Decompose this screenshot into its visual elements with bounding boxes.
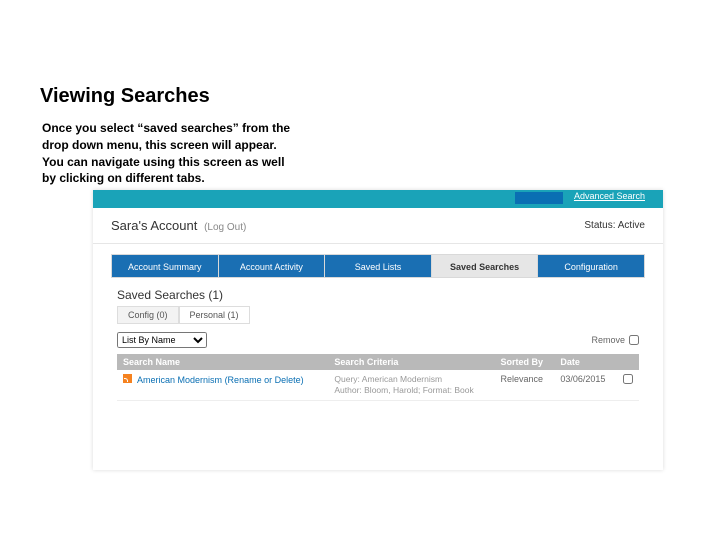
status-value: Active [618, 220, 645, 231]
sort-row: List By Name Remove [117, 332, 639, 348]
col-search-name: Search Name [117, 354, 328, 370]
subtab-config[interactable]: Config (0) [117, 306, 179, 324]
remove-label: Remove [591, 335, 625, 345]
date-value: 03/06/2015 [554, 370, 617, 401]
row-checkbox[interactable] [623, 374, 633, 384]
section-title: Saved Searches (1) [117, 288, 639, 302]
slide-title: Viewing Searches [40, 85, 210, 108]
tab-saved-searches[interactable]: Saved Searches [432, 255, 539, 277]
criteria-line-1: Query: American Modernism [334, 374, 488, 385]
criteria-line-2: Author: Bloom, Harold; Format: Book [334, 385, 488, 396]
col-search-criteria: Search Criteria [328, 354, 494, 370]
tab-configuration[interactable]: Configuration [538, 255, 644, 277]
search-name-link[interactable]: American Modernism (Rename or Delete) [137, 375, 304, 385]
annotation-text: Once you select “saved searches” from th… [42, 120, 297, 187]
account-name: Sara's Account [111, 218, 197, 233]
remove-all-checkbox[interactable] [629, 335, 639, 345]
table-header-row: Search Name Search Criteria Sorted By Da… [117, 354, 639, 370]
advanced-search-link[interactable]: Advanced Search [574, 191, 645, 201]
tab-account-activity[interactable]: Account Activity [219, 255, 326, 277]
account-status: Status: Active [584, 220, 645, 231]
top-banner: Advanced Search [93, 190, 663, 208]
subtab-personal[interactable]: Personal (1) [179, 306, 250, 324]
tab-saved-lists[interactable]: Saved Lists [325, 255, 432, 277]
table-row: American Modernism (Rename or Delete) Qu… [117, 370, 639, 401]
sort-select[interactable]: List By Name [117, 332, 207, 348]
app-screenshot: Advanced Search Sara's Account (Log Out)… [93, 190, 663, 470]
rss-icon[interactable] [123, 374, 132, 383]
searches-table: Search Name Search Criteria Sorted By Da… [117, 354, 639, 401]
col-sorted-by: Sorted By [495, 354, 555, 370]
sorted-by-value: Relevance [495, 370, 555, 401]
remove-group: Remove [591, 335, 639, 345]
account-bar: Sara's Account (Log Out) Status: Active [93, 208, 663, 244]
col-checkbox [617, 354, 639, 370]
subtabs: Config (0) Personal (1) [117, 306, 639, 324]
tab-account-summary[interactable]: Account Summary [112, 255, 219, 277]
col-date: Date [554, 354, 617, 370]
logout-link[interactable]: (Log Out) [204, 222, 246, 233]
search-button[interactable] [515, 192, 563, 204]
main-tabs: Account Summary Account Activity Saved L… [111, 254, 645, 278]
status-label: Status: [584, 220, 615, 231]
